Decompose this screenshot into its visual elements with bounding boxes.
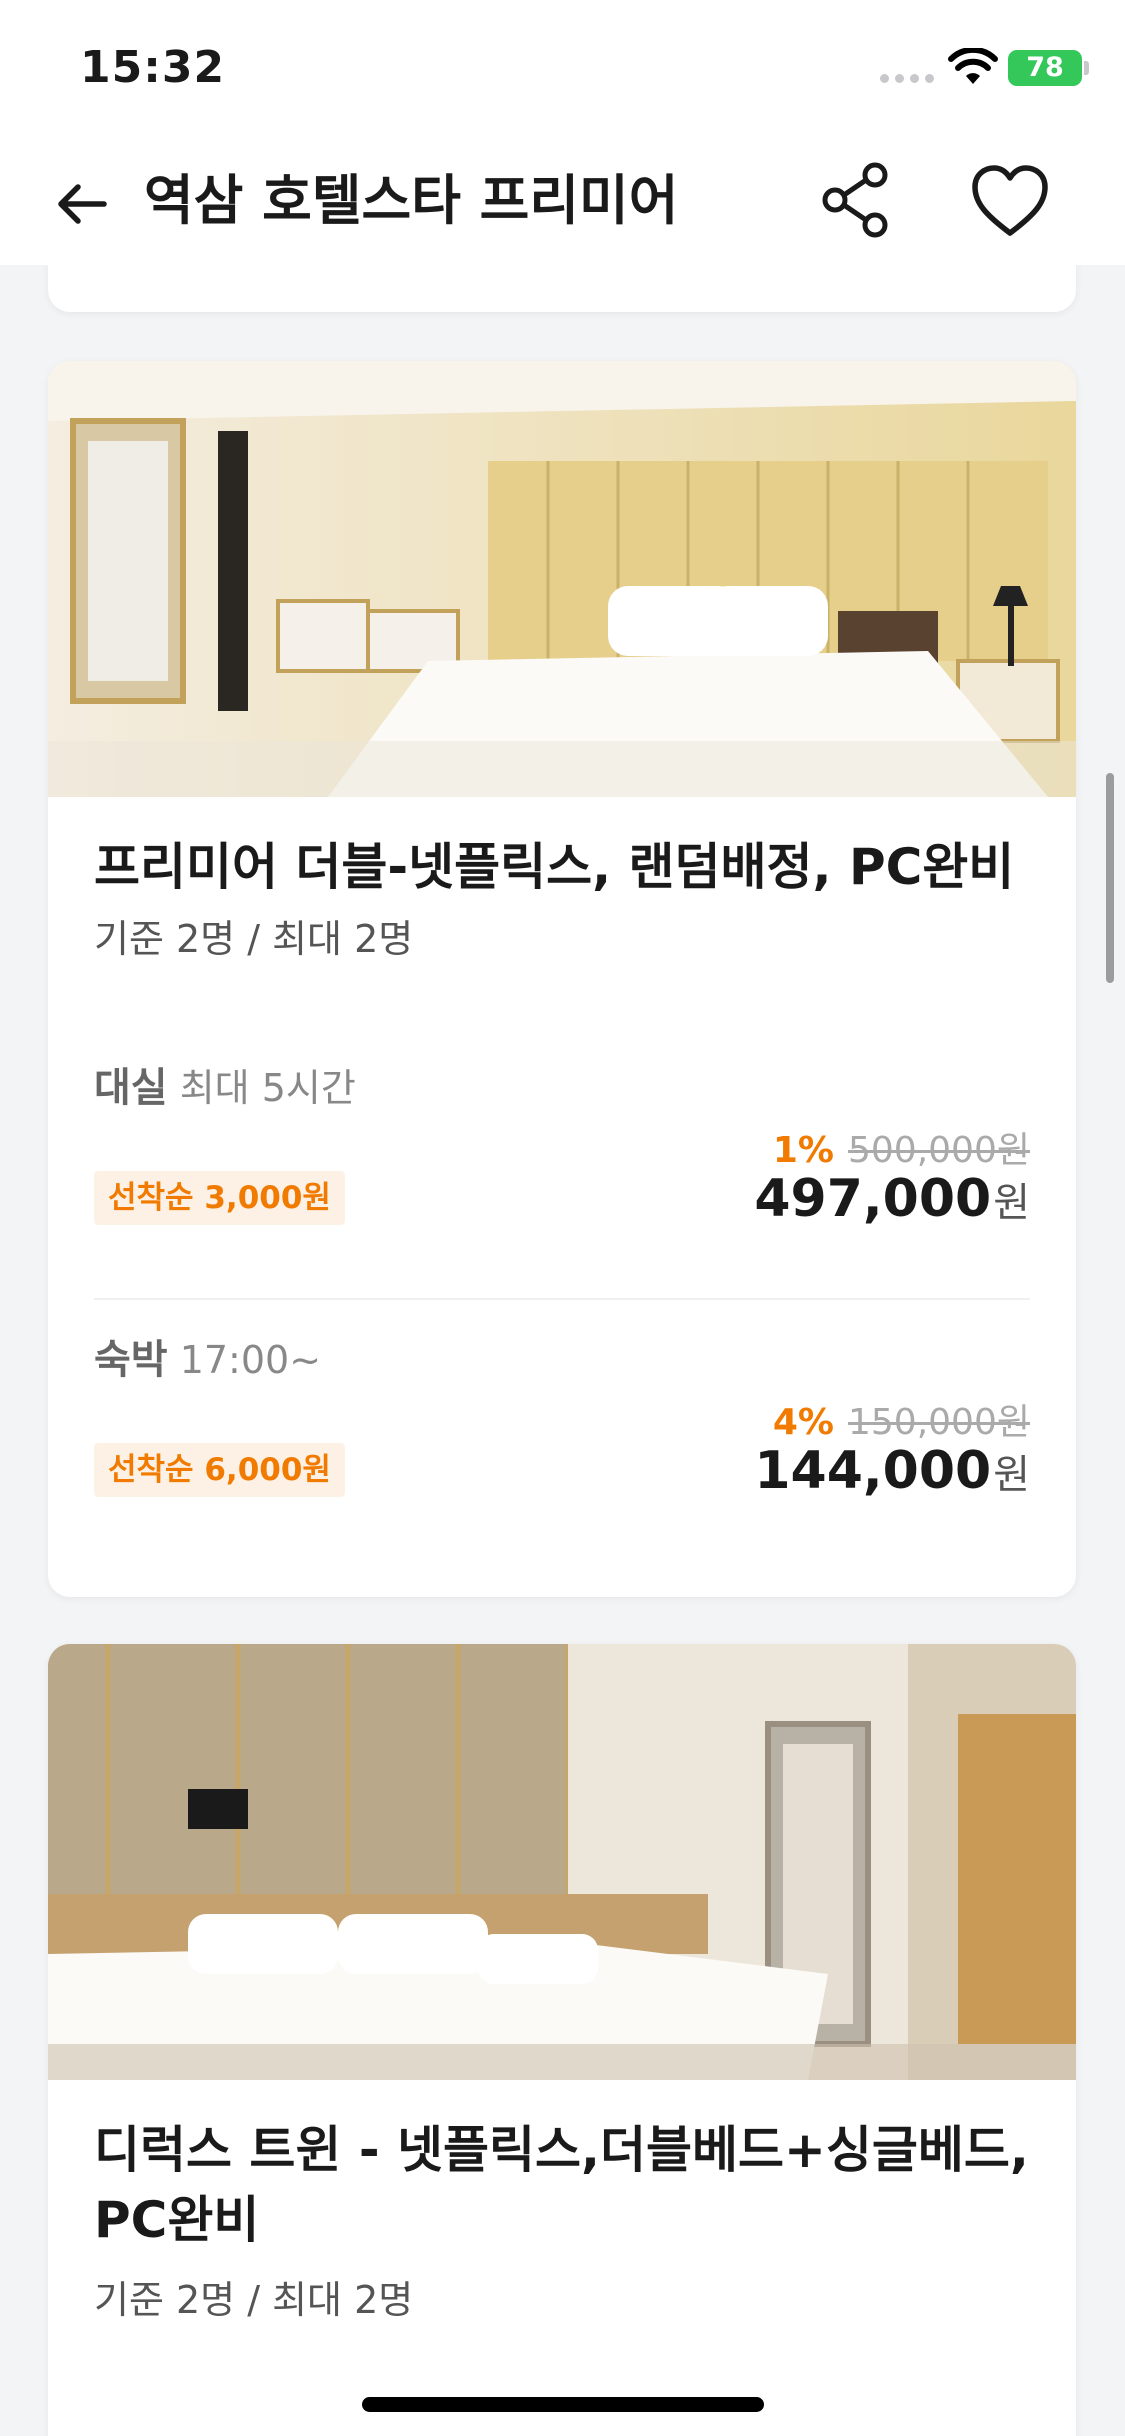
rate-type-detail: 17:00~ bbox=[179, 1338, 322, 1382]
battery-tip bbox=[1084, 61, 1089, 75]
sale-price: 144,000 bbox=[754, 1441, 992, 1501]
divider bbox=[94, 1298, 1030, 1300]
room-name-line-2: PC완비 bbox=[94, 2191, 260, 2249]
room-capacity: 기준 2명 / 최대 2명 bbox=[94, 2278, 414, 2322]
room-photo[interactable] bbox=[48, 1644, 1076, 2080]
currency-unit: 원 bbox=[993, 1452, 1030, 1498]
cellular-signal-icon bbox=[880, 74, 936, 84]
room-name: 프리미어 더블-넷플릭스, 랜덤배정, PC완비 bbox=[94, 838, 1015, 896]
rate-type-overnight: 숙박 17:00~ bbox=[94, 1336, 321, 1384]
battery-level: 78 bbox=[1026, 52, 1064, 83]
sale-price: 497,000 bbox=[754, 1169, 992, 1229]
battery-icon: 78 bbox=[1008, 50, 1082, 86]
price-row[interactable]: 144,000원 bbox=[754, 1436, 1030, 1506]
room-card[interactable]: 프리미어 더블-넷플릭스, 랜덤배정, PC완비 기준 2명 / 최대 2명 대… bbox=[48, 361, 1076, 1597]
room-photo[interactable] bbox=[48, 361, 1076, 797]
room-name-line-1: 디럭스 트윈 - 넷플릭스,더블베드+싱글베드, bbox=[94, 2121, 1029, 2179]
wifi-icon bbox=[948, 48, 998, 84]
page-title: 역삼 호텔스타 프리미어 bbox=[144, 169, 679, 232]
app-header: 역삼 호텔스타 프리미어 bbox=[0, 135, 1125, 265]
rate-type-detail: 최대 5시간 bbox=[179, 1066, 356, 1110]
rate-type-dayuse: 대실 최대 5시간 bbox=[94, 1064, 356, 1112]
coupon-badge: 선착순 6,000원 bbox=[94, 1443, 345, 1497]
status-bar: 15:32 78 bbox=[0, 0, 1125, 135]
status-time: 15:32 bbox=[80, 42, 226, 93]
screen: 15:32 78 역삼 호텔스타 프리미어 프리미어 더블-넷플릭스, 랜덤배정… bbox=[0, 0, 1125, 2436]
home-indicator[interactable] bbox=[362, 2397, 764, 2412]
price-row[interactable]: 497,000원 bbox=[754, 1164, 1030, 1234]
room-card[interactable]: 디럭스 트윈 - 넷플릭스,더블베드+싱글베드, PC완비 기준 2명 / 최대… bbox=[48, 1644, 1076, 2436]
rate-type-label: 대실 bbox=[94, 1065, 168, 1111]
rate-type-label: 숙박 bbox=[94, 1337, 168, 1383]
coupon-badge: 선착순 3,000원 bbox=[94, 1171, 345, 1225]
room-capacity: 기준 2명 / 최대 2명 bbox=[94, 917, 414, 961]
favorite-heart-icon[interactable] bbox=[970, 163, 1050, 239]
currency-unit: 원 bbox=[993, 1180, 1030, 1226]
scrollbar[interactable] bbox=[1106, 773, 1114, 983]
share-icon[interactable] bbox=[820, 161, 892, 239]
back-arrow-icon[interactable] bbox=[52, 175, 110, 233]
